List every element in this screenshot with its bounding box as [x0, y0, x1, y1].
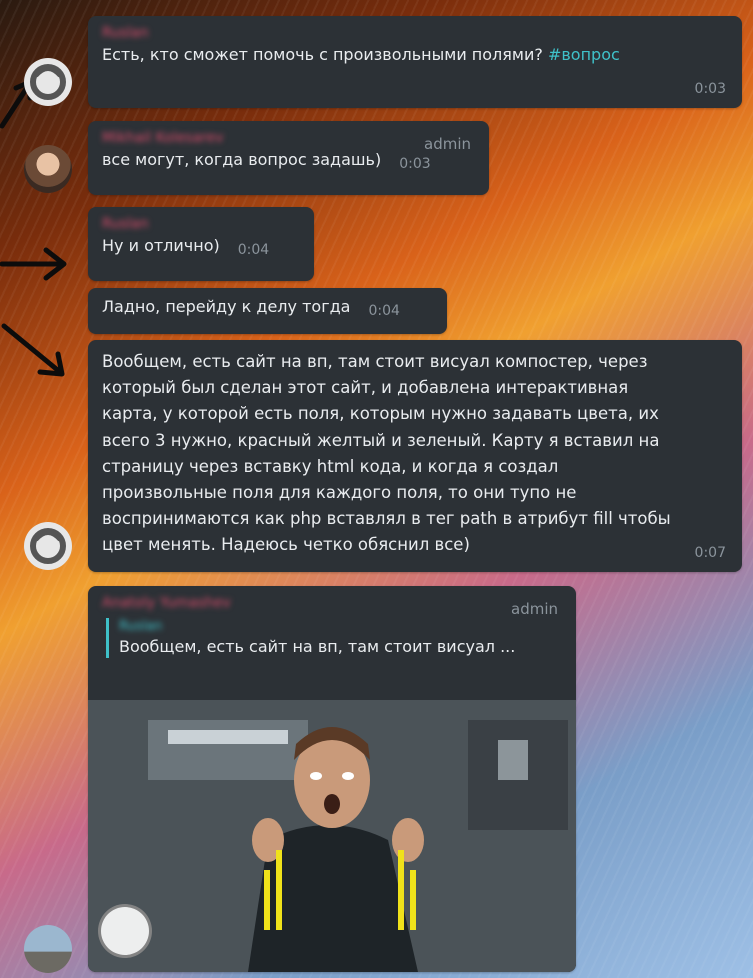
message-line: произвольные поля для каждого поля, то о…: [102, 483, 577, 503]
arrow-icon: [0, 247, 67, 281]
message-text-body: все могут, когда вопрос задашь): [102, 150, 382, 169]
gif-media[interactable]: [88, 700, 576, 972]
message-line: цвет менять. Надеюсь четко обяснил все): [102, 535, 470, 555]
message-text: Ну и отлично) 0:04: [102, 235, 300, 258]
message-line: Вообщем, есть сайт на вп, там стоит вису…: [102, 352, 648, 371]
message-time: 0:07: [694, 545, 726, 561]
arrow-icon: [1, 323, 65, 377]
message-line: воспринимаются как php вставлял в тег pa…: [102, 509, 671, 529]
message-bubble[interactable]: Ладно, перейду к делу тогда 0:04: [88, 288, 447, 334]
play-icon[interactable]: [98, 904, 152, 958]
message-line: который был сделан этот сайт, и добавлен…: [102, 378, 629, 398]
message-text: Есть, кто сможет помочь с произвольными …: [102, 44, 728, 66]
message-text-body: Ладно, перейду к делу тогда: [102, 297, 351, 316]
hashtag-link[interactable]: #вопрос: [548, 45, 620, 64]
message-bubble[interactable]: Ruslan Ну и отлично) 0:04: [88, 207, 314, 281]
message-text: Ладно, перейду к делу тогда 0:04: [102, 296, 433, 319]
reply-author: Ruslan: [119, 619, 163, 634]
message-time: 0:04: [237, 242, 270, 258]
message-bubble[interactable]: Вообщем, есть сайт на вп, там стоит вису…: [88, 340, 742, 572]
avatar[interactable]: [24, 925, 72, 973]
reply-text: Вообщем, есть сайт на вп, там стоит вису…: [119, 637, 516, 656]
reply-quote[interactable]: Ruslan Вообщем, есть сайт на вп, там сто…: [106, 618, 562, 658]
message-text: Вообщем, есть сайт на вп, там стоит вису…: [102, 349, 728, 559]
message-text-body: Есть, кто сможет помочь с произвольными …: [102, 45, 548, 64]
message-line: всего 3 нужно, красный желтый и зеленый.…: [102, 430, 660, 450]
admin-badge: admin: [511, 600, 558, 618]
gif-image: [88, 700, 576, 972]
message-bubble[interactable]: Ruslan Есть, кто сможет помочь с произво…: [88, 16, 742, 108]
message-text: все могут, когда вопрос задашь) 0:03: [102, 149, 475, 172]
avatar[interactable]: [24, 145, 72, 193]
message-line: карта, у которой есть поля, которым нужн…: [102, 404, 659, 424]
message-author[interactable]: Anatoly Yumashev: [102, 594, 562, 612]
avatar[interactable]: [24, 522, 72, 570]
ring-logo-icon: [30, 64, 66, 100]
message-author[interactable]: Mikhail Kolesarev: [102, 129, 475, 147]
message-bubble[interactable]: Anatoly Yumashev admin Ruslan Вообщем, е…: [88, 586, 576, 972]
message-author[interactable]: Ruslan: [102, 215, 300, 233]
message-author[interactable]: Ruslan: [102, 24, 728, 42]
message-bubble[interactable]: Mikhail Kolesarev admin все могут, когда…: [88, 121, 489, 195]
avatar[interactable]: [24, 58, 72, 106]
message-time: 0:04: [368, 303, 400, 319]
message-line: страницу через вставку html кода, и когд…: [102, 456, 559, 476]
ring-logo-icon: [30, 528, 66, 564]
message-text-body: Ну и отлично): [102, 236, 220, 255]
admin-badge: admin: [424, 135, 471, 153]
message-time: 0:03: [399, 156, 431, 172]
message-time: 0:03: [694, 81, 726, 97]
